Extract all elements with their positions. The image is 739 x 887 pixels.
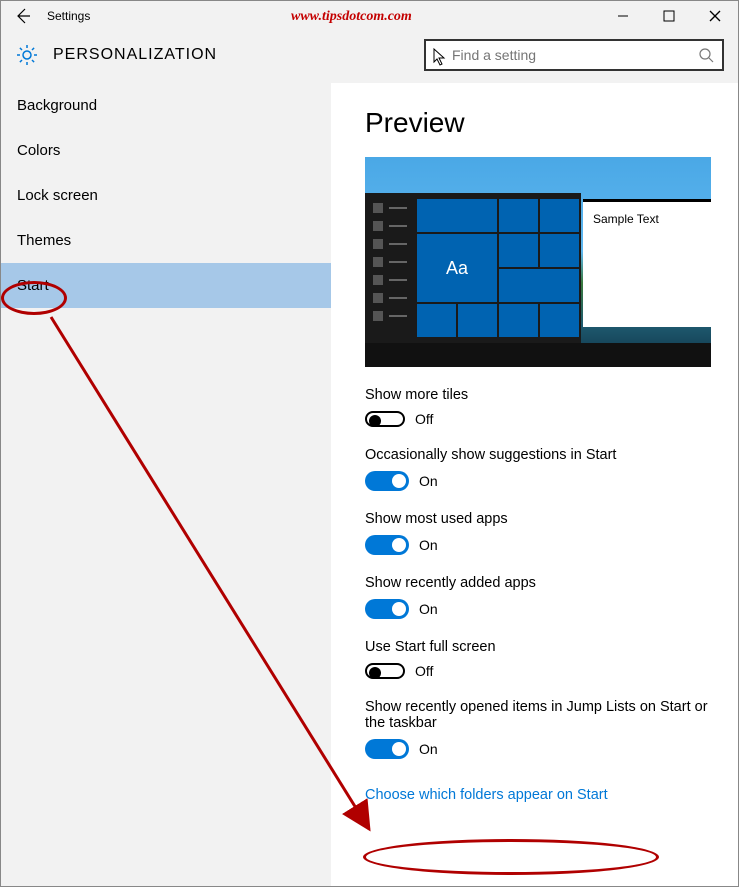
search-box[interactable]	[424, 39, 724, 71]
header: PERSONALIZATION	[1, 31, 738, 83]
window-title: Settings	[47, 9, 90, 23]
sample-window: Sample Text	[583, 199, 711, 327]
setting-full-screen: Use Start full screen Off	[365, 639, 718, 679]
back-button[interactable]	[11, 4, 35, 28]
preview-heading: Preview	[365, 107, 718, 139]
main-panel: Preview Aa	[331, 83, 738, 886]
sidebar-item-lock-screen[interactable]: Lock screen	[1, 173, 331, 218]
toggle-most-used[interactable]	[365, 535, 409, 555]
toggle-jump-lists[interactable]	[365, 739, 409, 759]
sidebar-item-start[interactable]: Start	[1, 263, 331, 308]
sidebar-item-themes[interactable]: Themes	[1, 218, 331, 263]
choose-folders-link[interactable]: Choose which folders appear on Start	[365, 787, 608, 803]
watermark: www.tipsdotcom.com	[291, 9, 412, 25]
preview-image: Aa Sample Text	[365, 157, 711, 367]
sidebar: Background Colors Lock screen Themes Sta…	[1, 83, 331, 886]
setting-recently-added: Show recently added apps On	[365, 575, 718, 619]
toggle-recently-added[interactable]	[365, 599, 409, 619]
setting-most-used: Show most used apps On	[365, 511, 718, 555]
search-input[interactable]	[434, 47, 698, 63]
sidebar-item-background[interactable]: Background	[1, 83, 331, 128]
close-button[interactable]	[692, 1, 738, 31]
page-title: PERSONALIZATION	[53, 46, 217, 64]
search-icon	[698, 47, 714, 63]
cursor-icon	[432, 47, 448, 67]
toggle-show-more-tiles[interactable]	[365, 411, 405, 427]
setting-suggestions: Occasionally show suggestions in Start O…	[365, 447, 718, 491]
minimize-button[interactable]	[600, 1, 646, 31]
toggle-suggestions[interactable]	[365, 471, 409, 491]
sidebar-item-colors[interactable]: Colors	[1, 128, 331, 173]
gear-icon	[15, 43, 39, 67]
maximize-button[interactable]	[646, 1, 692, 31]
setting-show-more-tiles: Show more tiles Off	[365, 387, 718, 427]
setting-jump-lists: Show recently opened items in Jump Lists…	[365, 699, 718, 759]
toggle-full-screen[interactable]	[365, 663, 405, 679]
tile-aa: Aa	[417, 234, 497, 302]
